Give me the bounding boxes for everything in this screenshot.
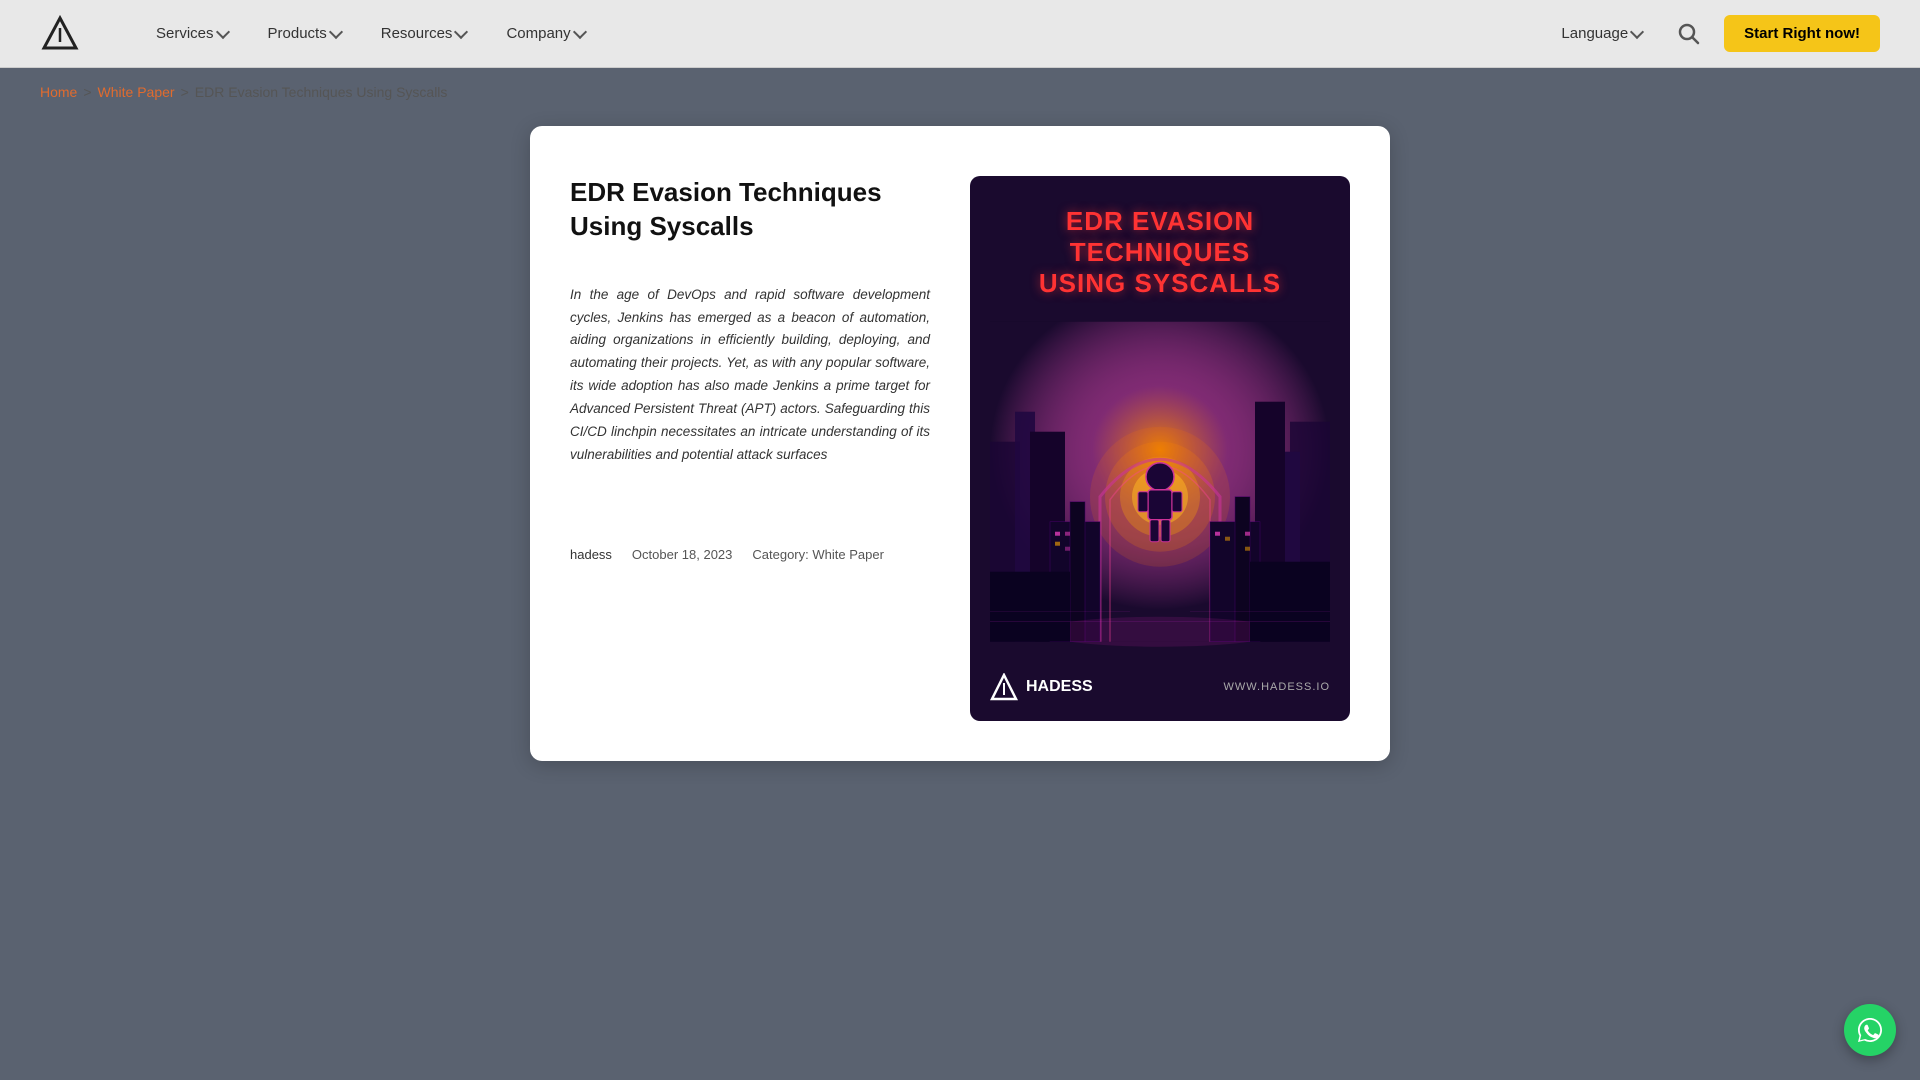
city-svg <box>990 300 1330 663</box>
start-now-button[interactable]: Start Right now! <box>1724 15 1880 52</box>
article-image-section: EDR EVASION TECHNIQUES USING SYSCALLS <box>970 176 1350 721</box>
image-footer: HADESS WWW.HADESS.IO <box>990 663 1330 701</box>
hadess-brand-logo: HADESS <box>990 673 1093 701</box>
article-title: EDR Evasion Techniques Using Syscalls <box>570 176 930 244</box>
whatsapp-icon <box>1856 1016 1884 1044</box>
main-content: EDR Evasion Techniques Using Syscalls In… <box>0 116 1920 801</box>
nav-menu: Services Products Resources Company <box>140 17 1529 50</box>
article-description: In the age of DevOps and rapid software … <box>570 284 930 468</box>
image-visual <box>990 300 1330 663</box>
article-date: October 18, 2023 <box>632 547 732 562</box>
breadcrumb-home[interactable]: Home <box>40 84 77 100</box>
language-selector[interactable]: Language <box>1549 17 1654 50</box>
image-title: EDR EVASION TECHNIQUES USING SYSCALLS <box>990 206 1330 300</box>
search-button[interactable] <box>1670 15 1708 53</box>
article-author: hadess <box>570 547 612 562</box>
breadcrumb-current-page: EDR Evasion Techniques Using Syscalls <box>195 84 448 100</box>
header-right: Language Start Right now! <box>1549 15 1880 53</box>
chevron-down-icon <box>1630 24 1644 38</box>
website-url: WWW.HADESS.IO <box>1224 681 1331 693</box>
breadcrumb-white-paper[interactable]: White Paper <box>98 84 175 100</box>
article-cover-image: EDR EVASION TECHNIQUES USING SYSCALLS <box>970 176 1350 721</box>
nav-services[interactable]: Services <box>140 17 244 50</box>
article-card: EDR Evasion Techniques Using Syscalls In… <box>530 126 1390 761</box>
whatsapp-button[interactable] <box>1844 1004 1896 1056</box>
logo-icon <box>40 14 80 54</box>
chevron-down-icon <box>215 24 229 38</box>
search-icon <box>1678 23 1700 45</box>
article-meta: hadess October 18, 2023 Category: White … <box>570 547 930 562</box>
breadcrumb: Home > White Paper > EDR Evasion Techniq… <box>0 68 1920 116</box>
nav-products[interactable]: Products <box>252 17 357 50</box>
chevron-down-icon <box>454 24 468 38</box>
nav-company[interactable]: Company <box>490 17 600 50</box>
nav-resources[interactable]: Resources <box>365 17 483 50</box>
header: Services Products Resources Company Lang… <box>0 0 1920 68</box>
breadcrumb-separator-1: > <box>83 84 91 100</box>
article-category: Category: White Paper <box>752 547 884 562</box>
chevron-down-icon <box>329 24 343 38</box>
article-text-section: EDR Evasion Techniques Using Syscalls In… <box>570 176 930 562</box>
hadess-triangle-icon <box>990 673 1018 701</box>
logo[interactable] <box>40 14 80 54</box>
breadcrumb-separator-2: > <box>181 84 189 100</box>
chevron-down-icon <box>573 24 587 38</box>
